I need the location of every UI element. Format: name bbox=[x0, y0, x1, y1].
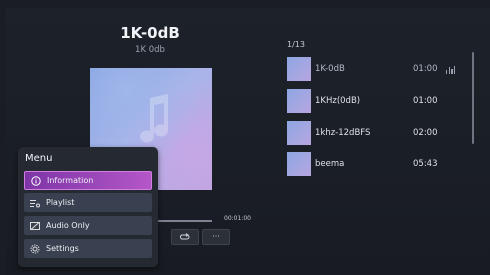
track-name: 1khz-12dBFS bbox=[315, 128, 371, 138]
playlist-item[interactable]: 1khz-12dBFS 02:00 bbox=[287, 121, 467, 145]
song-title: 1K-0dB bbox=[120, 24, 180, 42]
gear-icon bbox=[30, 244, 40, 254]
menu-item-playlist[interactable]: Playlist bbox=[24, 193, 152, 212]
track-name: 1KHz(0dB) bbox=[315, 96, 361, 106]
song-subtitle: 1K 0db bbox=[135, 45, 165, 55]
menu-item-label: Playlist bbox=[46, 198, 75, 207]
context-menu: Menu Information Playlist Audio Only Set… bbox=[18, 147, 158, 267]
now-playing-icon bbox=[446, 66, 456, 74]
menu-item-settings[interactable]: Settings bbox=[24, 239, 152, 258]
playlist-scrollbar[interactable] bbox=[472, 52, 474, 144]
track-thumbnail bbox=[287, 57, 311, 81]
playlist-icon bbox=[30, 198, 40, 208]
ellipsis-icon: ··· bbox=[212, 232, 220, 241]
playlist-item[interactable]: 1KHz(0dB) 01:00 bbox=[287, 89, 467, 113]
menu-item-label: Information bbox=[47, 176, 94, 185]
track-name: 1K-0dB bbox=[315, 64, 345, 74]
track-duration: 02:00 bbox=[413, 128, 438, 138]
track-duration: 01:00 bbox=[413, 96, 438, 106]
playlist-item[interactable]: beema 05:43 bbox=[287, 152, 467, 176]
music-note-icon bbox=[140, 94, 169, 143]
info-icon bbox=[31, 175, 41, 186]
repeat-button[interactable] bbox=[171, 229, 199, 245]
track-thumbnail bbox=[287, 152, 311, 176]
playlist-count: 1/13 bbox=[287, 40, 305, 49]
menu-item-information[interactable]: Information bbox=[24, 171, 152, 190]
menu-item-audio-only[interactable]: Audio Only bbox=[24, 216, 152, 235]
menu-item-label: Audio Only bbox=[46, 221, 90, 230]
track-name: beema bbox=[315, 159, 345, 169]
track-duration: 05:43 bbox=[413, 159, 438, 169]
more-options-button[interactable]: ··· bbox=[202, 229, 230, 245]
repeat-icon bbox=[180, 233, 190, 240]
track-duration: 01:00 bbox=[413, 64, 438, 74]
menu-item-label: Settings bbox=[46, 244, 79, 253]
track-thumbnail bbox=[287, 121, 311, 145]
track-thumbnail bbox=[287, 89, 311, 113]
audio-only-icon bbox=[30, 221, 40, 231]
menu-title: Menu bbox=[25, 153, 53, 164]
playlist-item[interactable]: 1K-0dB 01:00 bbox=[287, 57, 467, 81]
total-time: 00:01:00 bbox=[224, 215, 251, 222]
